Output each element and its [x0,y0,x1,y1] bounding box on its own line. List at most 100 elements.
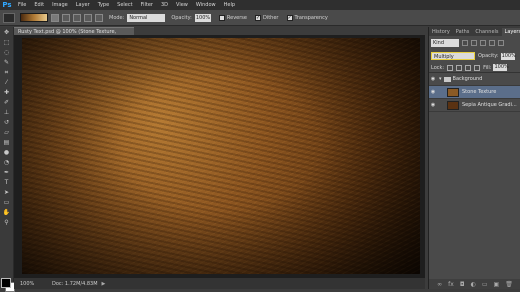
lasso-icon[interactable]: ◌ [2,49,12,57]
blur-icon[interactable]: ● [2,149,12,157]
status-bar: 100% Doc: 1.72M/4.83M ▶ [14,278,425,289]
lock-image-icon[interactable] [456,64,463,71]
tools-panel: ✥ ⬚ ◌ ✎ ⌗ ⁄ ✚ ✐ ⊥ ↺ ▱ ▤ ● ◔ ✒ T ➤ ▭ ✋ ⚲ [0,27,15,292]
tab-paths[interactable]: Paths [453,28,473,36]
eye-icon[interactable]: ◉ [429,102,437,108]
menu-image[interactable]: Image [48,0,72,10]
layer-name: Sepia Antique Gradi... [462,102,517,108]
document-tab[interactable]: Rusty Text.psd @ 100% (Stone Texture, RG… [14,27,134,43]
crop-icon[interactable]: ⌗ [2,69,12,77]
adjustment-layer-icon[interactable]: ◐ [471,281,476,288]
status-menu-icon[interactable]: ▶ [102,281,106,287]
mode-select[interactable]: Normal [127,13,166,22]
move-icon[interactable]: ✥ [2,29,12,37]
blend-row: Multiply Opacity: 100% [429,51,520,61]
panel-tabs: History Paths Channels Layers [429,27,520,36]
layers-panel-footer: ∞ fx ◘ ◐ ▭ ▣ 🗑 [429,279,520,289]
quick-select-icon[interactable]: ✎ [2,59,12,67]
diamond-gradient-icon[interactable] [95,13,103,22]
dither-checkbox[interactable]: ✓ Dither [254,14,279,21]
lock-transparent-icon[interactable] [447,64,454,71]
lock-position-icon[interactable] [465,64,472,71]
stone-texture-canvas[interactable] [22,38,420,274]
smart-object-filter-icon[interactable] [498,40,504,46]
layer-group-background[interactable]: ◉ ▾ Background [429,73,520,86]
menu-select[interactable]: Select [113,0,136,10]
radial-gradient-icon[interactable] [62,13,70,22]
new-layer-icon[interactable]: ▣ [494,281,500,288]
foreground-color-swatch[interactable] [1,278,11,288]
mode-label: Mode: [109,14,125,21]
zoom-icon[interactable]: ⚲ [2,219,12,227]
menu-type[interactable]: Type [94,0,113,10]
layer-opacity-input[interactable]: 100% [500,52,516,60]
eyedropper-icon[interactable]: ⁄ [2,79,12,87]
path-select-icon[interactable]: ➤ [2,189,12,197]
brush-icon[interactable]: ✐ [2,99,12,107]
chevron-down-icon[interactable]: ▾ [439,76,442,82]
filter-row: Kind [429,38,520,48]
transparency-checkbox[interactable]: ✓ Transparency [286,14,328,21]
zoom-level[interactable]: 100% [14,281,42,287]
layer-opacity-label: Opacity: [478,53,499,59]
tab-channels[interactable]: Channels [472,28,501,36]
adjustment-filter-icon[interactable] [471,40,477,46]
history-brush-icon[interactable]: ↺ [2,119,12,127]
new-group-icon[interactable]: ▭ [482,281,488,288]
type-icon[interactable]: T [2,179,12,187]
blend-mode-select[interactable]: Multiply [431,52,475,60]
canvas-area [14,35,425,278]
menu-view[interactable]: View [172,0,192,10]
menu-edit[interactable]: Edit [30,0,48,10]
layer-thumbnail [447,100,459,110]
fill-input[interactable]: 100% [493,64,509,71]
transparency-label: Transparency [294,14,328,21]
folder-icon [443,76,451,82]
reverse-checkbox[interactable]: Reverse [218,14,247,21]
kind-filter-select[interactable]: Kind [431,39,459,47]
tab-history[interactable]: History [429,28,453,36]
dither-label: Dither [262,14,279,21]
pixel-filter-icon[interactable] [462,40,468,46]
options-bar: Mode: Normal Opacity: 100% Reverse ✓ Dith… [0,10,520,26]
link-layers-icon[interactable]: ∞ [437,281,442,288]
marquee-icon[interactable]: ⬚ [2,39,12,47]
tool-preset-picker[interactable] [3,12,15,23]
pen-icon[interactable]: ✒ [2,169,12,177]
layer-name: Background [452,76,483,82]
menu-filter[interactable]: Filter [137,0,157,10]
linear-gradient-icon[interactable] [51,13,59,22]
eye-icon[interactable]: ◉ [429,89,437,95]
eye-icon[interactable]: ◉ [429,76,437,82]
menu-file[interactable]: File [14,0,30,10]
menu-bar: Ps File Edit Image Layer Type Select Fil… [0,0,520,10]
shape-filter-icon[interactable] [489,40,495,46]
layer-sepia-gradient[interactable]: ◉ Sepia Antique Gradi... [429,99,520,112]
reflected-gradient-icon[interactable] [84,13,92,22]
angle-gradient-icon[interactable] [73,13,81,22]
opacity-input[interactable]: 100% [194,13,211,22]
photoshop-logo: Ps [2,1,12,9]
menu-help[interactable]: Help [220,0,239,10]
menu-layer[interactable]: Layer [72,0,94,10]
add-mask-icon[interactable]: ◘ [460,281,465,288]
eraser-icon[interactable]: ▱ [2,129,12,137]
hand-icon[interactable]: ✋ [2,209,12,217]
layers-panel: History Paths Channels Layers Kind Multi… [428,27,520,289]
opacity-label: Opacity: [171,14,192,21]
gradient-icon[interactable]: ▤ [2,139,12,147]
gradient-swatch[interactable] [20,13,48,22]
fx-icon[interactable]: fx [448,281,454,288]
layer-stone-texture[interactable]: ◉ Stone Texture [429,86,520,99]
menu-window[interactable]: Window [192,0,220,10]
stamp-icon[interactable]: ⊥ [2,109,12,117]
lock-all-icon[interactable] [474,64,481,71]
dodge-icon[interactable]: ◔ [2,159,12,167]
lock-label: Lock: [431,64,445,71]
tab-layers[interactable]: Layers [501,28,520,36]
type-filter-icon[interactable] [480,40,486,46]
delete-layer-icon[interactable]: 🗑 [505,281,513,288]
healing-icon[interactable]: ✚ [2,89,12,97]
menu-3d[interactable]: 3D [157,0,172,10]
shape-icon[interactable]: ▭ [2,199,12,207]
